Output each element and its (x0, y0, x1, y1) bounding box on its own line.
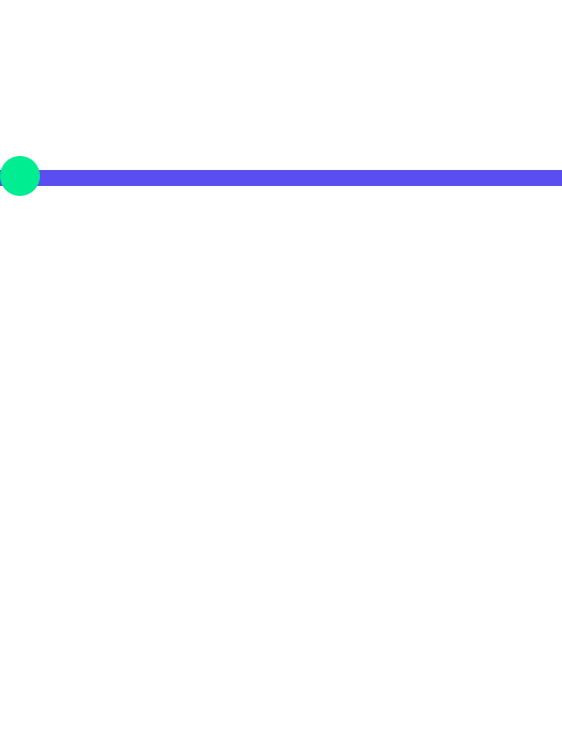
slider-track[interactable] (0, 170, 562, 186)
slider[interactable] (0, 156, 562, 196)
slider-thumb[interactable] (0, 156, 40, 196)
